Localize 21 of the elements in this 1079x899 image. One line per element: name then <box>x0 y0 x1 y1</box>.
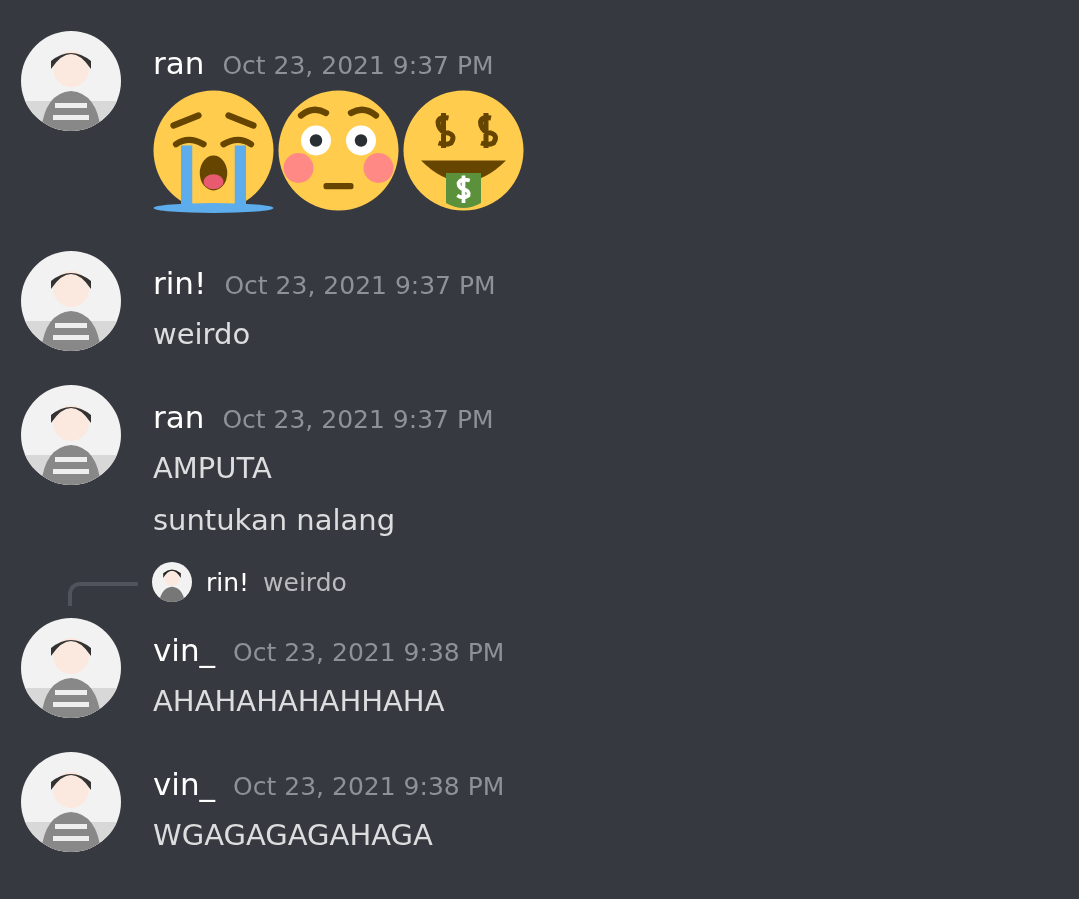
username[interactable]: vin_ <box>153 625 216 675</box>
timestamp: Oct 23, 2021 9:38 PM <box>233 637 505 669</box>
message-text: suntukan nalang <box>153 502 397 539</box>
timestamp: Oct 23, 2021 9:37 PM <box>222 404 494 436</box>
reply-author[interactable]: rin! <box>206 567 250 597</box>
message-text: weirdo <box>153 316 252 353</box>
username[interactable]: rin! <box>153 258 207 308</box>
username[interactable]: vin_ <box>153 759 216 809</box>
message-text: WGAGAGAGAHAGA <box>153 817 434 854</box>
flushed-face-icon <box>276 88 401 213</box>
username[interactable]: ran <box>153 38 205 88</box>
reply-connector <box>68 582 138 606</box>
message-text: AHAHAHAHAHHAHA <box>153 683 446 720</box>
reply-preview[interactable]: weirdo <box>263 567 347 597</box>
timestamp: Oct 23, 2021 9:37 PM <box>222 50 494 82</box>
timestamp: Oct 23, 2021 9:38 PM <box>233 771 505 803</box>
message-text: AMPUTA <box>153 450 273 487</box>
money-face-icon <box>401 88 526 213</box>
crying-face-icon <box>151 88 276 213</box>
username[interactable]: ran <box>153 392 205 442</box>
timestamp: Oct 23, 2021 9:37 PM <box>224 270 496 302</box>
